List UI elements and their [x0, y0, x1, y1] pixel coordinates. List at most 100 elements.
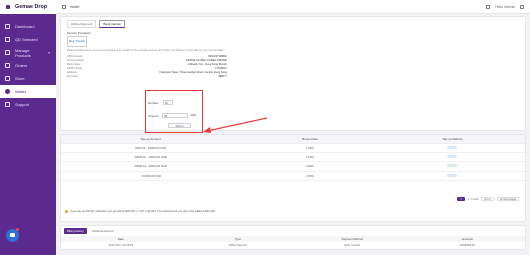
store-icon — [5, 76, 10, 81]
cell-rate: 2.50% — [305, 173, 314, 178]
payment-card: Online Payment Bank transfer Service Pro… — [60, 16, 526, 133]
sidebar-item-store[interactable]: Store — [0, 72, 56, 85]
detail-key: Account Name — [67, 58, 85, 62]
cell-method: bank_transfer — [344, 243, 361, 247]
currency-unit: USD — [190, 114, 196, 117]
detail-key: Zip Code — [67, 75, 78, 79]
chevron-down-icon: ▾ — [48, 50, 50, 55]
star-icon — [5, 37, 10, 42]
detail-key: Bank Name — [67, 62, 81, 66]
logo[interactable]: Gemae Drop — [0, 0, 56, 14]
bonus-note-text: If you top-up 300.00, otherwise you get … — [70, 210, 215, 213]
user-icon[interactable] — [520, 4, 524, 9]
header-type: Type — [234, 237, 241, 241]
payment-method-icon — [447, 173, 458, 177]
header-top-up-method: Top-up Method — [442, 137, 463, 141]
header-date: Date — [117, 237, 124, 241]
detail-value: 999077 — [218, 75, 227, 79]
logo-icon — [4, 3, 12, 11]
bank-transfer-option[interactable]: Bank Transfer — [67, 36, 87, 47]
arrow-annotation — [203, 117, 268, 133]
notification-dot — [16, 228, 19, 231]
tab-bank-transfer[interactable]: Bank transfer — [99, 20, 126, 28]
service-provider-label: Service Providers — [67, 31, 91, 35]
breadcrumb: Wallet — [70, 4, 80, 9]
sidebar-item-wallet[interactable]: Wallet — [0, 85, 56, 98]
main-content: Online Payment Bank transfer Service Pro… — [60, 16, 526, 250]
bonus-table-header: Top-up Amount Bonus Rate Top-up Method — [61, 135, 525, 144]
table-row: 10000.01 - 20000.00 USD 1.50% — [61, 153, 525, 163]
sidebar-item-dashboard[interactable]: Dashboard — [0, 20, 56, 33]
sidebar-item-label: Store — [15, 76, 25, 81]
bank-details: USD Account 0961017438016 Account Name GEM… — [67, 54, 519, 79]
wallet-icon — [5, 89, 10, 94]
cell-amount: > 30000.00 USD — [140, 173, 161, 178]
cell-amount: 20000000.00 — [459, 243, 475, 247]
detail-value: CITIHKHX — [214, 66, 227, 70]
sidebar-item-manage-products[interactable]: Manage Products ▾ — [0, 46, 56, 59]
page-button[interactable]: 1 — [457, 197, 465, 201]
tab-withdraw-record[interactable]: Withdraw Record — [89, 228, 116, 234]
bank-logo-text: Bank Transfer — [68, 40, 86, 43]
pagination: 1 1 / 1 total Go to 10 items/page — [457, 197, 519, 201]
cell-date: 2022-10-17 16:18:04 — [108, 243, 133, 247]
payment-method-icon — [447, 146, 458, 150]
amount-label: Amount — [148, 113, 159, 118]
table-row: 2022-10-17 16:18:04 Offline Payment bank… — [61, 242, 525, 248]
header-amounts: Amounts — [461, 237, 473, 241]
sidebar-item-label: Wallet — [15, 89, 26, 94]
cell-amount: 5000.01 - 10000.00 USD — [135, 146, 167, 151]
payment-method-icon — [447, 155, 458, 159]
logo-text: Gemae Drop — [15, 4, 48, 10]
sidebar-nav: Dashboard QD Selected Manage Products ▾ … — [0, 20, 56, 111]
bonus-card: Top-up Amount Bonus Rate Top-up Method 5… — [60, 134, 526, 222]
amount-row: Amount 50 USD — [148, 113, 196, 118]
cell-method — [380, 164, 525, 168]
sidebar-item-label: Manage Products — [15, 47, 31, 58]
logo-area: Gemae Drop — [0, 0, 56, 14]
cell-method — [380, 173, 525, 178]
submit-button[interactable]: Submit — [168, 123, 191, 128]
highlighted-form: Number 10 Amount 50 USD Submit — [145, 90, 203, 133]
detail-key: Address — [67, 70, 77, 74]
detail-value: Champion Tower, Three Garden Road, Centr… — [159, 70, 227, 74]
amount-input[interactable]: 50 — [162, 113, 189, 118]
tab-online-payment[interactable]: Online Payment — [67, 20, 97, 28]
payment-method-icon — [447, 164, 458, 168]
table-row: 5000.01 - 10000.00 USD 1.00% — [61, 144, 525, 154]
sidebar-item-orders[interactable]: Orders — [0, 59, 56, 72]
notification-icon[interactable] — [486, 4, 491, 9]
sidebar-item-label: Support — [15, 102, 30, 107]
sidebar-item-label: QD Selected — [15, 37, 38, 42]
number-input[interactable]: 10 — [162, 100, 173, 105]
sidebar-item-label: Dashboard — [15, 24, 35, 29]
cell-rate: 2.00% — [305, 164, 314, 169]
user-greeting[interactable]: Hello Gemae — [495, 5, 515, 9]
number-label: Number — [148, 100, 159, 105]
box-icon — [5, 50, 10, 55]
goto-page-input[interactable]: Go to — [481, 197, 494, 201]
dashboard-icon — [5, 24, 10, 29]
cell-method — [380, 146, 525, 150]
detail-value: 0961017438016 — [208, 54, 227, 58]
cell-amount: 20000.01 - 30000.00 USD — [134, 164, 167, 169]
detail-key: USD Account — [67, 54, 83, 58]
detail-value: Citibank, N.A., Hong Kong Branch — [187, 62, 227, 66]
menu-toggle-icon[interactable] — [62, 4, 66, 9]
transfer-note: Please double check your amount aligned … — [67, 49, 225, 52]
detail-row: Zip Code 999077 — [67, 74, 519, 78]
payment-tabs: Online Payment Bank transfer — [67, 20, 519, 28]
tab-billing-history[interactable]: Billing History — [64, 228, 87, 234]
info-icon — [65, 210, 68, 213]
table-row: 20000.01 - 30000.00 USD 2.00% — [61, 162, 525, 172]
sidebar-item-label: Orders — [15, 63, 28, 68]
cell-rate: 1.00% — [305, 146, 314, 151]
cell-rate: 1.50% — [305, 155, 314, 160]
table-row: > 30000.00 USD 2.50% — [61, 172, 525, 181]
cell-amount: 10000.01 - 20000.00 USD — [134, 155, 167, 160]
per-page-select[interactable]: 10 items/page — [496, 197, 519, 201]
cell-method — [380, 155, 525, 159]
sidebar-item-qd-selected[interactable]: QD Selected — [0, 33, 56, 46]
detail-key: SWIFT Code — [67, 66, 82, 70]
sidebar-item-support[interactable]: Support — [0, 98, 56, 111]
